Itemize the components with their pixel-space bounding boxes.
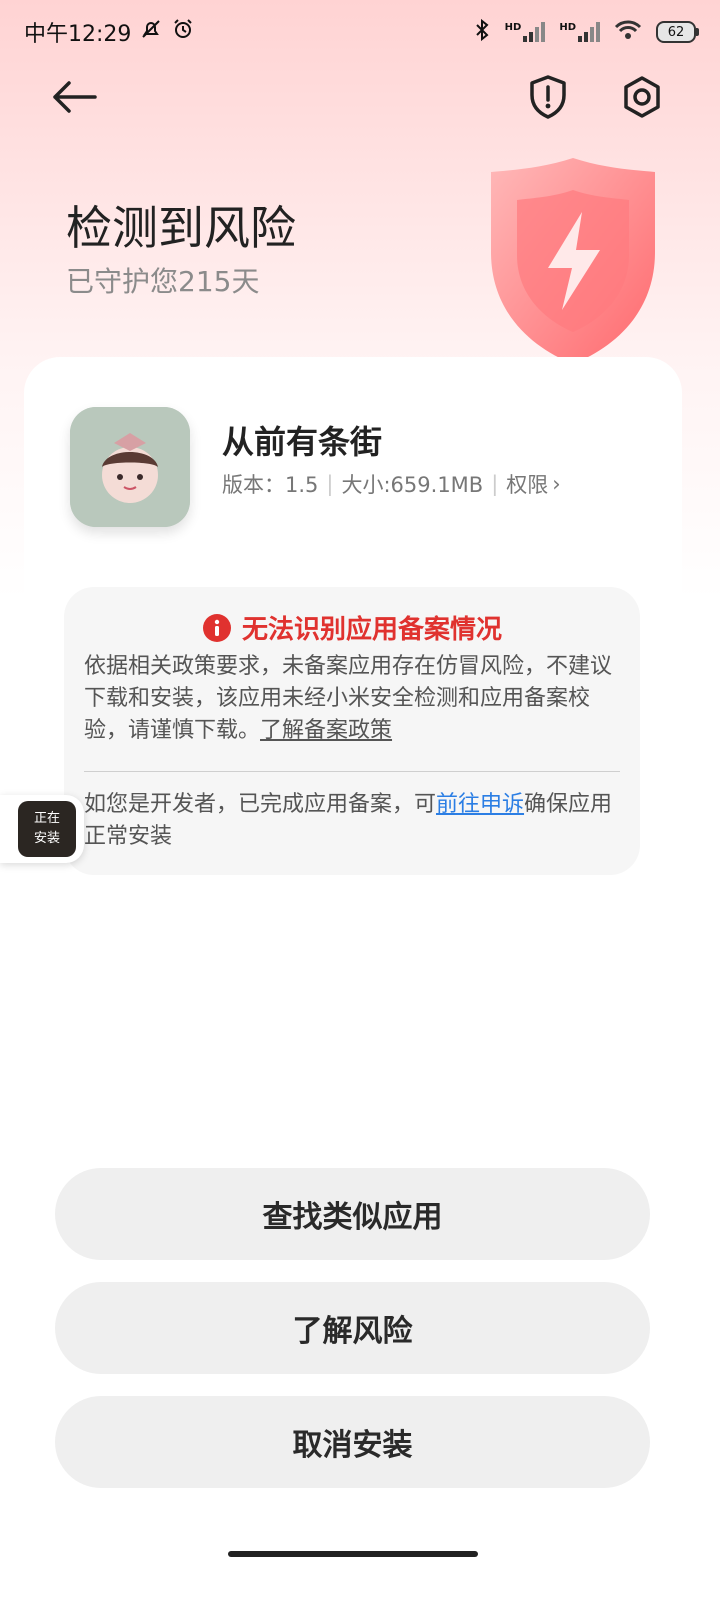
developer-note: 如您是开发者，已完成应用备案，可前往申诉确保应用正常安装 — [84, 789, 624, 853]
cancel-install-button[interactable]: 取消安装 — [55, 1396, 650, 1488]
risk-shield-illustration — [491, 158, 655, 364]
hd-label-1: HD — [504, 22, 522, 33]
app-size: 大小:659.1MB — [341, 473, 484, 497]
settings-button[interactable] — [614, 69, 670, 125]
warning-title: 无法识别应用备案情况 — [241, 615, 502, 645]
find-similar-apps-button[interactable]: 查找类似应用 — [55, 1168, 650, 1260]
app-icon — [70, 407, 190, 527]
installing-line2: 安装 — [33, 831, 60, 846]
bluetooth-icon — [473, 18, 491, 47]
appeal-link[interactable]: 前往申诉 — [436, 792, 524, 817]
permissions-link[interactable]: 权限 › — [506, 469, 560, 499]
status-time: 中午12:29 — [24, 22, 132, 47]
warning-header: 无法识别应用备案情况 — [64, 609, 640, 646]
warning-box: 无法识别应用备案情况 依据相关政策要求，未备案应用存在仿冒风险，不建议下载和安装… — [64, 587, 640, 875]
home-indicator[interactable] — [228, 1551, 478, 1557]
policy-link[interactable]: 了解备案政策 — [260, 718, 392, 743]
learn-risk-button[interactable]: 了解风险 — [55, 1282, 650, 1374]
chevron-right-icon: › — [552, 472, 561, 496]
meta-divider: | — [326, 472, 334, 496]
top-bar — [0, 64, 720, 134]
app-meta: 版本：1.5 | 大小:659.1MB | 权限 › — [222, 469, 561, 499]
security-shield-button[interactable] — [520, 69, 576, 125]
wifi-icon — [614, 19, 642, 46]
back-button[interactable] — [46, 69, 102, 125]
dev-note-prefix: 如您是开发者，已完成应用备案，可 — [84, 792, 437, 817]
hd-label-2: HD — [559, 22, 576, 33]
warning-body: 依据相关政策要求，未备案应用存在仿冒风险，不建议下载和安装，该应用未经小米安全检… — [84, 651, 624, 747]
battery-indicator: 62 — [656, 21, 699, 43]
settings-icon — [624, 76, 660, 118]
status-left: 中午12:29 — [24, 16, 195, 48]
shield-alert-icon — [530, 75, 566, 119]
installing-thumbnail: 正在 安装 — [18, 801, 76, 857]
divider — [84, 771, 620, 772]
meta-divider: | — [491, 472, 499, 496]
status-right: HD HD 62 — [473, 18, 699, 47]
alert-info-icon — [202, 613, 231, 642]
back-arrow-icon — [53, 81, 97, 113]
status-bar: 中午12:29 HD HD 62 — [0, 0, 720, 64]
mute-bell-icon — [139, 17, 163, 47]
alarm-icon — [171, 17, 195, 47]
installing-floating-bubble[interactable]: 正在 安装 — [0, 795, 84, 863]
protection-days: 已守护您215天 — [66, 265, 260, 298]
signal-icon-1: HD — [505, 22, 546, 42]
app-name: 从前有条街 — [222, 423, 383, 461]
app-version: 版本：1.5 — [222, 473, 319, 497]
signal-icon-2: HD — [559, 22, 600, 42]
installing-line1: 正在 — [33, 811, 60, 826]
permissions-label: 权限 — [506, 473, 549, 497]
page-title: 检测到风险 — [66, 201, 296, 255]
app-info-card: 从前有条街 版本：1.5 | 大小:659.1MB | 权限 › 无法识别应用备… — [24, 357, 682, 917]
